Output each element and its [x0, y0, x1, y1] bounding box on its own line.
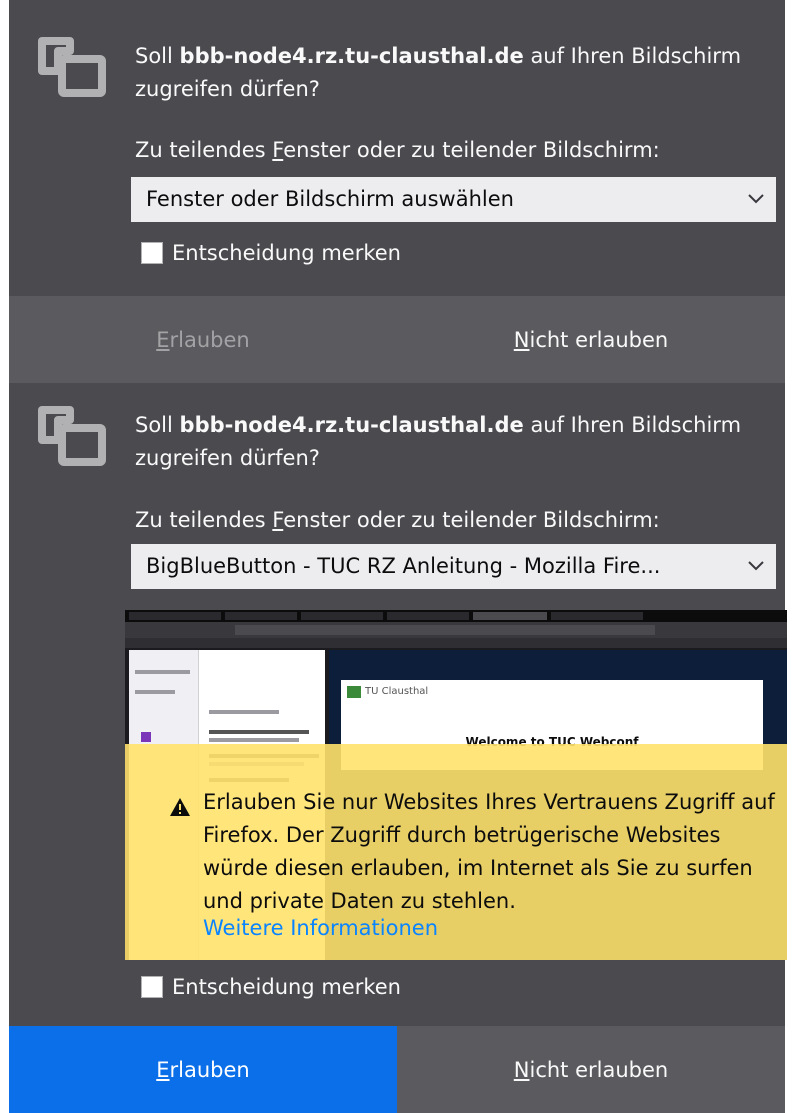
screen-share-dialog-2: Soll bbb-node4.rz.tu-clausthal.de auf Ih…: [9, 383, 787, 1113]
remember-decision[interactable]: Entscheidung merken: [141, 241, 401, 265]
remember-label: Entscheidung merken: [172, 241, 401, 265]
select-label: Zu teilendes Fenster oder zu teilender B…: [135, 138, 660, 162]
host-name: bbb-node4.rz.tu-clausthal.de: [179, 44, 524, 68]
select-label: Zu teilendes Fenster oder zu teilender B…: [135, 508, 660, 532]
action-bar: Erlauben Nicht erlauben: [9, 296, 785, 383]
screen-share-icon: [36, 37, 108, 99]
deny-button[interactable]: Nicht erlauben: [397, 1026, 785, 1113]
screen-share-icon: [36, 406, 108, 468]
select-value: Fenster oder Bildschirm auswählen: [146, 187, 514, 211]
permission-prompt: Soll bbb-node4.rz.tu-clausthal.de auf Ih…: [135, 409, 775, 475]
chevron-down-icon: [748, 544, 764, 571]
warning-text: Erlauben Sie nur Websites Ihres Vertraue…: [203, 790, 775, 913]
host-name: bbb-node4.rz.tu-clausthal.de: [179, 413, 524, 437]
action-bar: Erlauben Nicht erlauben: [9, 1026, 785, 1113]
preview-urlbar: [235, 625, 655, 635]
preview-tab-strip: [125, 610, 787, 622]
prompt-prefix: Soll: [135, 44, 173, 68]
deny-button[interactable]: Nicht erlauben: [397, 296, 785, 383]
remember-decision[interactable]: Entscheidung merken: [141, 975, 401, 999]
window-select[interactable]: BigBlueButton - TUC RZ Anleitung - Mozil…: [131, 544, 776, 589]
remember-label: Entscheidung merken: [172, 975, 401, 999]
select-value: BigBlueButton - TUC RZ Anleitung - Mozil…: [146, 554, 661, 578]
preview-bookmarks: [125, 638, 787, 648]
prompt-prefix: Soll: [135, 413, 173, 437]
window-select[interactable]: Fenster oder Bildschirm auswählen: [131, 177, 776, 222]
allow-button[interactable]: Erlauben: [9, 1026, 397, 1113]
allow-button[interactable]: Erlauben: [9, 296, 397, 383]
warning-triangle-icon: [169, 797, 191, 821]
permission-prompt: Soll bbb-node4.rz.tu-clausthal.de auf Ih…: [135, 40, 775, 106]
learn-more-link[interactable]: Weitere Informationen: [203, 916, 438, 940]
chevron-down-icon: [748, 177, 764, 204]
security-warning: Erlauben Sie nur Websites Ihres Vertraue…: [125, 744, 787, 960]
remember-checkbox[interactable]: [141, 976, 163, 998]
screen-share-dialog-1: Soll bbb-node4.rz.tu-clausthal.de auf Ih…: [9, 0, 785, 383]
remember-checkbox[interactable]: [141, 242, 163, 264]
